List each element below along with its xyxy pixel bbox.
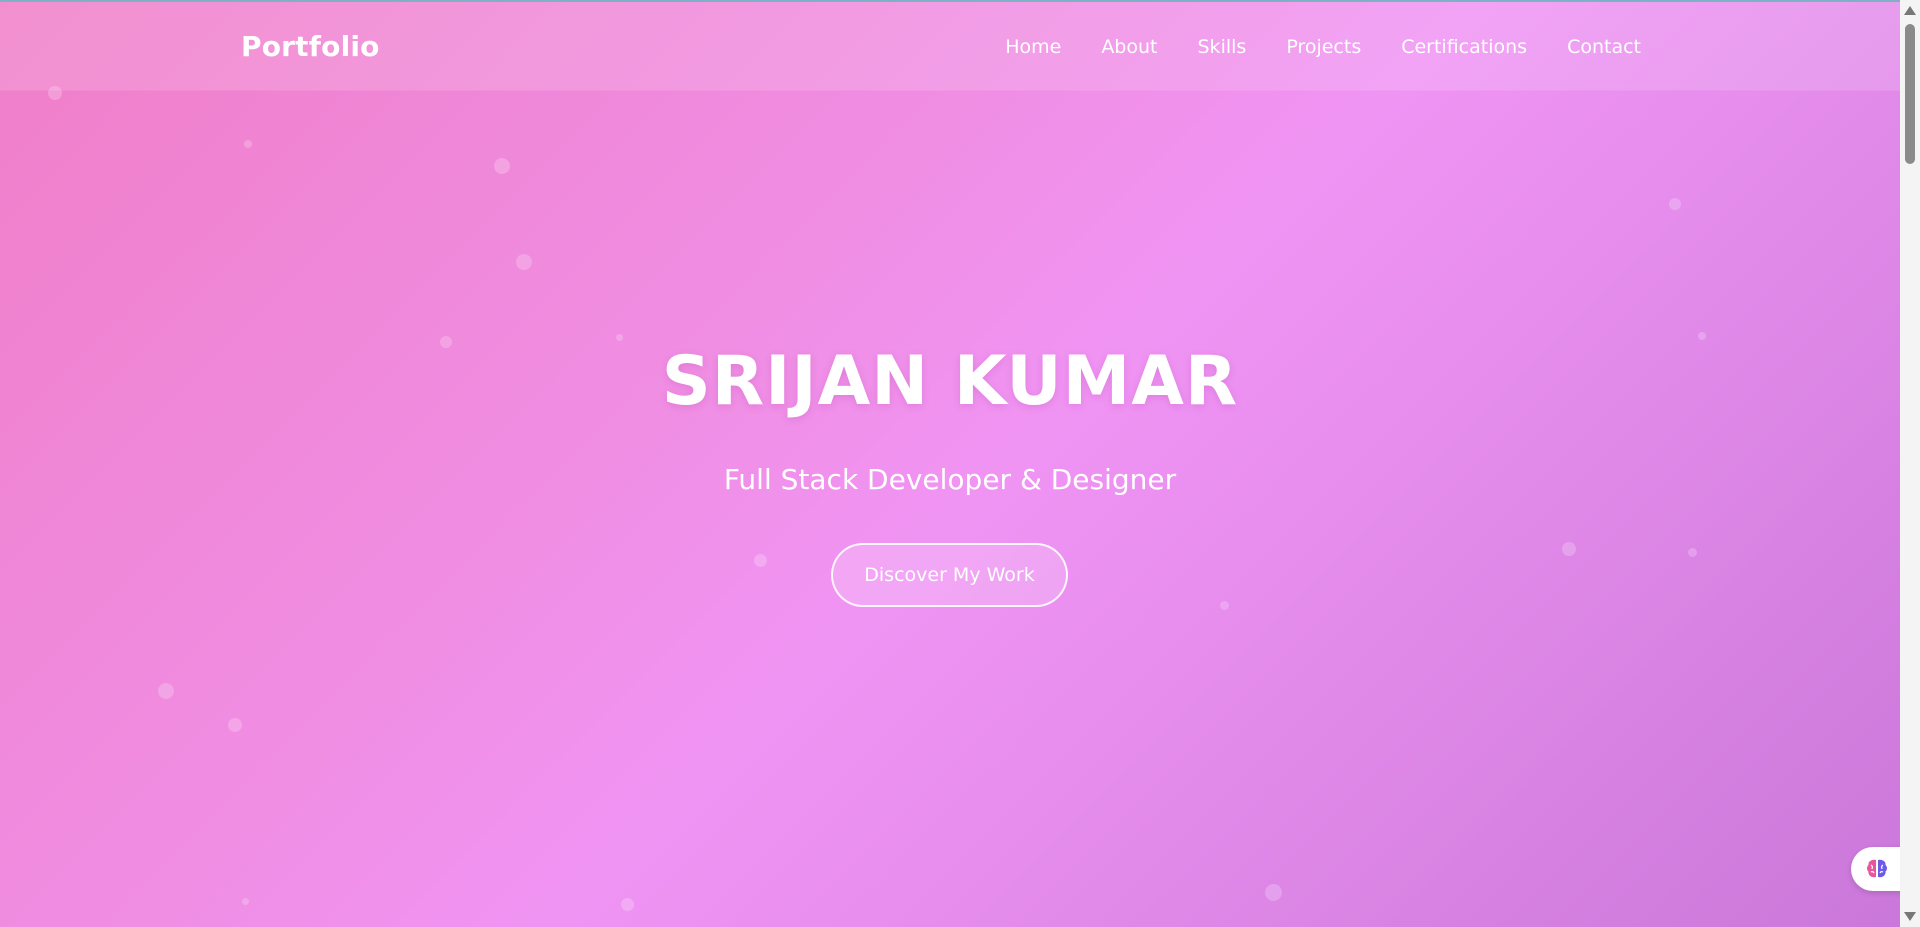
- portfolio-page: Portfolio Home About Skills Projects Cer…: [0, 0, 1920, 927]
- brain-assistant-button[interactable]: [1851, 847, 1903, 891]
- hero-title: SRIJAN KUMAR: [661, 342, 1239, 421]
- hero-subtitle: Full Stack Developer & Designer: [723, 463, 1177, 496]
- page-scrollbar[interactable]: [1900, 0, 1920, 927]
- scroll-up-icon[interactable]: [1904, 6, 1916, 15]
- discover-work-button[interactable]: Discover My Work: [831, 543, 1068, 607]
- scrollbar-thumb[interactable]: [1905, 24, 1915, 164]
- hero-section: SRIJAN KUMAR Full Stack Developer & Desi…: [0, 0, 1900, 927]
- brain-icon: [1867, 859, 1887, 878]
- scroll-down-icon[interactable]: [1904, 912, 1916, 921]
